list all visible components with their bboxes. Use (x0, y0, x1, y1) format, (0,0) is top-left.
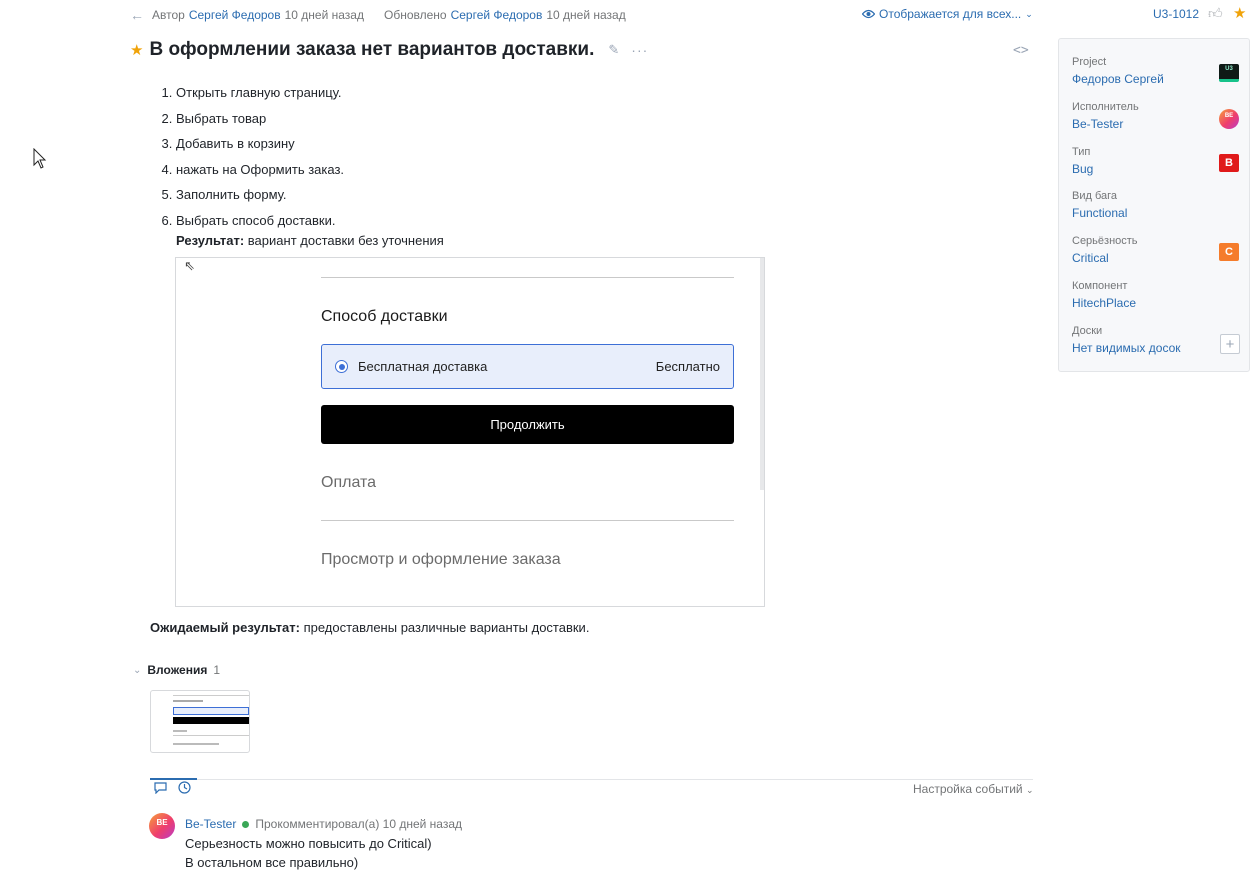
bug-type-icon: B (1219, 154, 1239, 172)
steps-list: Открыть главную страницу. Выбрать товар … (150, 80, 344, 234)
field-label: Тип (1072, 146, 1091, 158)
chevron-down-icon: ⌄ (133, 664, 142, 676)
updated-time: 10 дней назад (546, 8, 626, 22)
attachments-label: Вложения (147, 663, 208, 677)
field-value-link[interactable]: Федоров Сергей (1072, 72, 1240, 86)
eye-icon (862, 9, 875, 19)
severity-icon: C (1219, 243, 1239, 261)
field-value-link[interactable]: Нет видимых досок (1072, 341, 1240, 355)
comment-author-link[interactable]: Be-Tester (185, 817, 236, 831)
field-value-link[interactable]: Functional (1072, 206, 1240, 220)
expected-result-line: Ожидаемый результат: предоставлены разли… (150, 620, 589, 635)
activity-tabs-divider (150, 779, 1033, 780)
result-text: вариант доставки без уточнения (244, 233, 444, 248)
field-project: Project Федоров Сергей U3 (1072, 56, 1240, 86)
field-value-link[interactable]: Bug (1072, 162, 1240, 176)
field-severity: Серьёзность Critical C (1072, 235, 1240, 265)
author-time: 10 дней назад (284, 8, 364, 22)
field-label: Исполнитель (1072, 101, 1139, 113)
field-bug-kind: Вид бага Functional (1072, 190, 1240, 220)
pencil-icon[interactable]: ✎ (608, 42, 619, 58)
result-line: Результат: вариант доставки без уточнени… (176, 233, 444, 248)
result-label: Результат: (176, 233, 245, 248)
field-value-link[interactable]: Be-Tester (1072, 117, 1240, 131)
list-item: Добавить в корзину (176, 131, 344, 157)
comment-header: Be-Tester Прокомментировал(а) 10 дней на… (185, 817, 462, 831)
mouse-pointer-icon: ⇖ (184, 258, 195, 273)
star-icon[interactable]: ★ (1233, 4, 1246, 22)
comment-text: Серьезность можно повысить до Critical) (185, 836, 432, 851)
field-value-link[interactable]: HitechPlace (1072, 296, 1240, 310)
arrow-left-icon[interactable]: ← (130, 7, 144, 23)
author-prefix: Автор (152, 8, 185, 22)
embedded-screenshot[interactable]: ⇖ Способ доставки Бесплатная доставка Бе… (175, 257, 765, 607)
star-icon[interactable]: ★ (130, 41, 143, 59)
avatar[interactable]: BE (149, 813, 175, 839)
field-boards: Доски Нет видимых досок + (1072, 325, 1240, 355)
attachments-count: 1 (213, 663, 221, 677)
updated-by-link[interactable]: Сергей Федоров (451, 8, 543, 22)
delivery-option: Бесплатная доставка Бесплатно (321, 344, 734, 389)
project-icon: U3 (1219, 64, 1239, 82)
comment-meta: Прокомментировал(а) 10 дней назад (255, 817, 463, 831)
delivery-option-label: Бесплатная доставка (358, 359, 488, 374)
delivery-option-price: Бесплатно (655, 359, 720, 374)
expected-label: Ожидаемый результат: (150, 620, 300, 635)
history-tab-icon[interactable] (178, 781, 191, 797)
attachment-thumbnail[interactable] (150, 690, 250, 753)
field-label: Доски (1072, 325, 1103, 337)
list-item: нажать на Оформить заказ. (176, 157, 344, 183)
list-item: Выбрать способ доставки. (176, 208, 344, 234)
field-label: Компонент (1072, 280, 1128, 292)
field-label: Project (1072, 56, 1107, 68)
field-type: Тип Bug B (1072, 146, 1240, 176)
title-row: ★ В оформлении заказа нет вариантов дост… (130, 39, 648, 61)
list-item: Открыть главную страницу. (176, 80, 344, 106)
chevron-down-icon: ⌄ (1025, 785, 1034, 795)
comments-tab-icon[interactable] (154, 782, 167, 797)
issue-id-link[interactable]: U3-1012 (1153, 7, 1199, 21)
list-item: Выбрать товар (176, 106, 344, 132)
issue-title[interactable]: В оформлении заказа нет вариантов достав… (149, 39, 594, 61)
field-value-link[interactable]: Critical (1072, 251, 1240, 265)
expected-text: предоставлены различные варианты доставк… (299, 620, 590, 635)
issue-meta-bar: ← Автор Сергей Федоров 10 дней назад Обн… (130, 7, 626, 23)
visibility-label: Отображается для всех... (879, 7, 1022, 21)
add-board-button[interactable]: + (1220, 334, 1240, 354)
visibility-dropdown[interactable]: Отображается для всех... ⌄ (862, 7, 1033, 21)
attachments-header[interactable]: ⌄ Вложения 1 (133, 663, 220, 677)
list-item: Заполнить форму. (176, 182, 344, 208)
chevron-down-icon: ⌄ (1025, 8, 1033, 19)
review-heading: Просмотр и оформление заказа (321, 551, 561, 568)
payment-heading: Оплата (321, 474, 377, 491)
author-link[interactable]: Сергей Федоров (189, 8, 281, 22)
continue-button: Продолжить (321, 405, 734, 444)
events-settings-label: Настройка событий (913, 782, 1023, 796)
thumbs-up-icon[interactable]: 👍︎ (1208, 5, 1223, 22)
online-status-icon (242, 820, 250, 828)
field-assignee: Исполнитель Be-Tester BE (1072, 101, 1240, 131)
events-settings-dropdown[interactable]: Настройка событий ⌄ (913, 782, 1034, 796)
field-label: Вид бага (1072, 190, 1118, 202)
field-component: Компонент HitechPlace (1072, 280, 1240, 310)
issue-fields-panel: Project Федоров Сергей U3 Исполнитель Be… (1058, 38, 1250, 372)
field-label: Серьёзность (1072, 235, 1138, 247)
screenshot-scrollbar (760, 258, 764, 490)
divider (321, 520, 734, 521)
radio-selected-icon (335, 360, 348, 373)
more-options-icon[interactable]: ··· (631, 42, 648, 58)
active-tab-indicator (150, 778, 197, 780)
divider (321, 277, 734, 278)
delivery-heading: Способ доставки (321, 308, 448, 325)
code-icon[interactable]: <> (1013, 43, 1029, 58)
avatar: BE (1219, 109, 1239, 129)
mouse-pointer-icon (33, 148, 47, 169)
updated-prefix: Обновлено (383, 8, 447, 22)
